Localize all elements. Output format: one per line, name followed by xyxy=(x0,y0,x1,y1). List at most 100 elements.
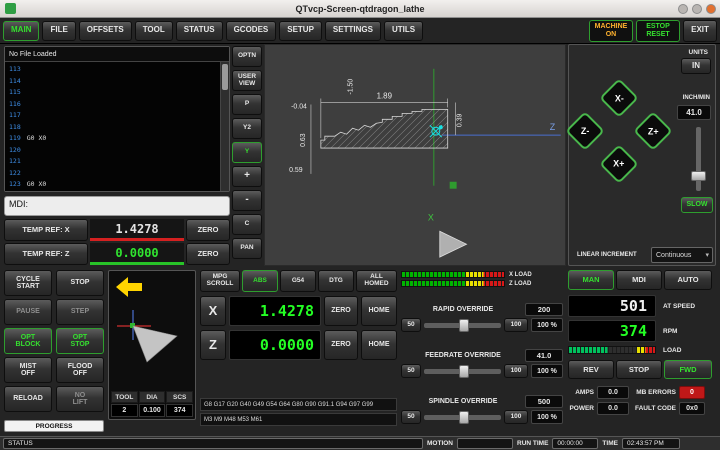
spindle-slider-handle[interactable] xyxy=(459,411,469,424)
exit-button[interactable]: EXIT xyxy=(683,20,717,42)
optional-block-button[interactable]: OPT BLOCK xyxy=(4,328,52,354)
status-bar: STATUS MOTION RUN TIME 00:00:00 TIME 02:… xyxy=(0,436,720,450)
spindle-forward-button[interactable]: FWD xyxy=(664,360,712,379)
rapid-override-slider[interactable] xyxy=(424,323,501,328)
x-zero-button[interactable]: ZERO xyxy=(324,296,358,326)
tab-tool[interactable]: TOOL xyxy=(135,21,173,41)
tab-setup[interactable]: SETUP xyxy=(279,21,322,41)
rapid-value: 200 xyxy=(525,303,563,316)
cycle-start-button[interactable]: CYCLE START xyxy=(4,270,52,296)
jog-rate-slider[interactable] xyxy=(696,127,701,191)
jog-z-plus-button[interactable]: Z+ xyxy=(633,111,673,151)
tab-settings[interactable]: SETTINGS xyxy=(325,21,381,41)
jog-rate-slider-handle[interactable] xyxy=(691,171,706,181)
tab-utils[interactable]: UTILS xyxy=(384,21,423,41)
spindle-override-slider[interactable] xyxy=(424,415,501,420)
jog-x-minus-button[interactable]: X- xyxy=(599,78,639,118)
machine-on-button[interactable]: MACHINE ON xyxy=(589,20,633,42)
optional-stop-button[interactable]: OPT STOP xyxy=(56,328,104,354)
slow-jog-button[interactable]: SLOW xyxy=(681,197,713,213)
zero-x-button[interactable]: ZERO xyxy=(186,219,230,241)
dtg-button[interactable]: DTG xyxy=(318,270,354,292)
rapid-min-button[interactable]: 50 xyxy=(401,318,421,332)
reload-button[interactable]: RELOAD xyxy=(4,386,52,412)
tab-gcodes[interactable]: GCODES xyxy=(226,21,277,41)
jog-z-minus-button[interactable]: Z- xyxy=(565,111,605,151)
close-button[interactable] xyxy=(706,4,716,14)
view-y-button[interactable]: Y xyxy=(232,142,262,163)
z-axis-select-button[interactable]: Z xyxy=(200,330,226,360)
mpg-scroll-button[interactable]: MPG SCROLL xyxy=(200,270,240,292)
abs-button[interactable]: ABS xyxy=(242,270,278,292)
cycle-stop-button[interactable]: STOP xyxy=(56,270,104,296)
no-lift-button[interactable]: NO LIFT xyxy=(56,386,104,412)
zero-z-button[interactable]: ZERO xyxy=(186,243,230,265)
spindle-override-group: SPINDLE OVERRIDE 500 50 100 100 % xyxy=(401,394,563,426)
feedrate-value: 41.0 xyxy=(525,349,563,362)
jog-x-plus-button[interactable]: X+ xyxy=(599,144,639,184)
flood-button[interactable]: FLOOD OFF xyxy=(56,357,104,383)
feedrate-min-button[interactable]: 50 xyxy=(401,364,421,378)
manual-mode-button[interactable]: MAN xyxy=(568,270,614,290)
gcode-graphics-preview[interactable]: Z X 1.89 -1.50 0.39 -0.04 0.63 0.59 xyxy=(264,44,566,266)
z-axis-dro-value: 0.0000 xyxy=(229,330,321,360)
spindle-speed-value: 501 xyxy=(568,295,656,317)
estop-reset-button[interactable]: ESTOP RESET xyxy=(636,20,680,42)
z-home-button[interactable]: HOME xyxy=(361,330,397,360)
clock-value: 02:43:57 PM xyxy=(622,438,680,449)
step-button[interactable]: STEP xyxy=(56,299,104,325)
minimize-button[interactable] xyxy=(678,4,688,14)
spindle-stop-button[interactable]: STOP xyxy=(616,360,662,379)
x-axis-select-button[interactable]: X xyxy=(200,296,226,326)
spindle-reverse-button[interactable]: REV xyxy=(568,360,614,379)
clear-view-button[interactable]: C xyxy=(232,214,262,235)
view-p-button[interactable]: P xyxy=(232,94,262,115)
gcode-line: 116 xyxy=(9,99,220,111)
mdi-mode-button[interactable]: MDI xyxy=(616,270,662,290)
g54-button[interactable]: G54 xyxy=(280,270,316,292)
auto-mode-button[interactable]: AUTO xyxy=(664,270,712,290)
linear-increment-label: LINEAR INCREMENT xyxy=(577,252,637,258)
zoom-in-button[interactable]: + xyxy=(232,166,262,187)
tool-scs-header: SCS xyxy=(166,391,193,403)
pause-button[interactable]: PAUSE xyxy=(4,299,52,325)
feedrate-override-slider[interactable] xyxy=(424,369,501,374)
tab-main[interactable]: MAIN xyxy=(3,21,39,41)
mdi-label: MDI: xyxy=(9,199,28,209)
all-homed-button[interactable]: ALL HOMED xyxy=(356,270,397,292)
view-options-button[interactable]: OPTN xyxy=(232,46,262,67)
feedrate-override-label: FEEDRATE OVERRIDE xyxy=(401,352,525,359)
scrollbar-thumb[interactable] xyxy=(222,64,228,90)
feedrate-override-group: FEEDRATE OVERRIDE 41.0 50 100 100 % xyxy=(401,348,563,380)
feedrate-slider-handle[interactable] xyxy=(459,365,469,378)
gcode-listing[interactable]: 113 114 115 116 117 118 119G0 X0 120 121… xyxy=(5,62,220,191)
view-y2-button[interactable]: Y2 xyxy=(232,118,262,139)
tab-offsets[interactable]: OFFSETS xyxy=(79,21,132,41)
feedrate-max-button[interactable]: 100 xyxy=(504,364,528,378)
tab-bar: MAIN FILE OFFSETS TOOL STATUS GCODES SET… xyxy=(0,18,720,44)
spindle-min-button[interactable]: 50 xyxy=(401,410,421,424)
zoom-out-button[interactable]: - xyxy=(232,190,262,211)
maximize-button[interactable] xyxy=(692,4,702,14)
tool-dia-header: DIA xyxy=(139,391,166,403)
spindle-override-label: SPINDLE OVERRIDE xyxy=(401,398,525,405)
temp-ref-x-button[interactable]: TEMP REF: X xyxy=(4,219,88,241)
user-view-button[interactable]: USER VIEW xyxy=(232,70,262,91)
tab-status[interactable]: STATUS xyxy=(176,21,223,41)
time-label: TIME xyxy=(602,440,618,447)
temp-ref-z-button[interactable]: TEMP REF: Z xyxy=(4,243,88,265)
titlebar[interactable]: QTvcp-Screen-qtdragon_lathe xyxy=(0,0,720,18)
spindle-max-button[interactable]: 100 xyxy=(504,410,528,424)
x-home-button[interactable]: HOME xyxy=(361,296,397,326)
rapid-slider-handle[interactable] xyxy=(459,319,469,332)
mist-button[interactable]: MIST OFF xyxy=(4,357,52,383)
rapid-max-button[interactable]: 100 xyxy=(504,318,528,332)
z-zero-button[interactable]: ZERO xyxy=(324,330,358,360)
units-toggle-button[interactable]: IN xyxy=(681,58,711,74)
window-title: QTvcp-Screen-qtdragon_lathe xyxy=(295,4,424,14)
mdi-entry[interactable]: MDI: xyxy=(4,196,230,216)
scrollbar[interactable] xyxy=(220,62,229,191)
linear-increment-select[interactable]: Continuous xyxy=(651,247,713,263)
pan-button[interactable]: PAN xyxy=(232,238,262,259)
tab-file[interactable]: FILE xyxy=(42,21,75,41)
